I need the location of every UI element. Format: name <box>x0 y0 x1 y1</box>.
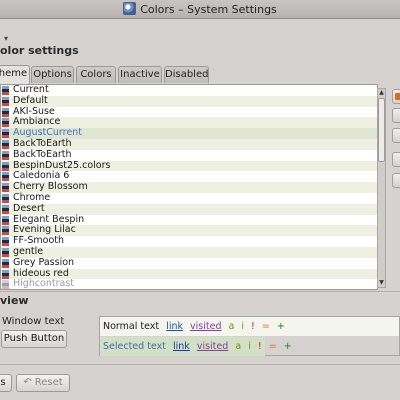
upload-scheme-button[interactable] <box>392 173 400 188</box>
selected-negative-text-sample: ! <box>257 341 262 352</box>
selected-positive-text-sample: + <box>283 341 292 352</box>
scheme-name: Default <box>13 94 48 106</box>
selected-link-sample[interactable]: link <box>173 341 190 352</box>
remove-scheme-button[interactable] <box>392 128 400 143</box>
list-item[interactable]: BackToEarth <box>1 148 377 161</box>
active-text-sample: a <box>228 321 235 332</box>
list-item[interactable]: Cherry Blossom <box>1 181 377 193</box>
selected-text-label: Selected text <box>103 341 166 352</box>
preview-heading: view <box>0 294 29 307</box>
list-item[interactable]: Current <box>1 85 377 96</box>
visited-link-sample[interactable]: visited <box>190 321 221 332</box>
scheme-preview-icon <box>2 204 9 214</box>
scheme-preview-icon <box>2 193 9 203</box>
scheme-preview-icon <box>2 96 9 106</box>
scheme-preview-icon <box>2 258 9 268</box>
reset-icon: ↶ <box>23 377 32 388</box>
scheme-preview-icon <box>2 139 9 149</box>
import-icon <box>395 93 400 100</box>
divider <box>0 364 400 365</box>
scheme-list-scrollbar[interactable]: ▲ ▼ <box>377 88 386 288</box>
scroll-up-arrow-icon[interactable]: ▲ <box>378 89 385 97</box>
scheme-preview-icon <box>2 129 9 139</box>
scheme-name: BackToEarth <box>13 148 72 160</box>
normal-text-preview: Normal text link visited a i ! = + <box>100 317 399 336</box>
scrollbar-thumb[interactable] <box>378 98 385 162</box>
positive-text-sample: + <box>276 321 285 332</box>
list-item[interactable]: Highcontrast <box>1 278 377 290</box>
save-scheme-button[interactable] <box>392 108 400 123</box>
normal-text-label: Normal text <box>103 321 160 332</box>
negative-text-sample: ! <box>251 321 255 332</box>
reset-button-label: Reset <box>34 377 63 388</box>
scheme-preview-icon <box>2 280 9 289</box>
scheme-name: Desert <box>13 202 45 214</box>
scheme-preview-icon <box>2 269 9 279</box>
divider <box>0 291 400 292</box>
scheme-preview-icon <box>2 226 9 236</box>
selected-active-text-sample: a <box>235 341 242 352</box>
page-title: olor settings <box>0 44 79 57</box>
scroll-down-arrow-icon[interactable]: ▼ <box>378 279 385 287</box>
tab-options[interactable]: Options <box>31 66 74 83</box>
scheme-list[interactable]: Current Default AKI-Suse Ambiance AugustCurr… <box>0 84 378 290</box>
scheme-preview-icon <box>2 161 9 171</box>
selected-neutral-text-sample: = <box>268 341 277 352</box>
button-bar: s ↶ Reset <box>0 366 400 400</box>
window-title: Colors – System Settings <box>0 2 400 16</box>
neutral-text-sample: = <box>261 321 270 332</box>
list-item[interactable]: Default <box>1 94 377 107</box>
selected-text-preview: Selected text link visited a i ! = + <box>100 337 292 356</box>
scheme-preview-icon <box>2 107 9 117</box>
inactive-text-sample: i <box>241 321 245 332</box>
selected-inactive-text-sample: i <box>248 341 251 352</box>
chevron-down-icon: ▾ <box>4 34 9 43</box>
import-scheme-button[interactable] <box>392 89 400 104</box>
color-preview: Normal text link visited a i ! = + Selec… <box>99 316 400 356</box>
list-item[interactable]: Grey Passion <box>1 256 377 269</box>
scheme-name: Grey Passion <box>13 256 75 268</box>
window-text-label: Window text <box>2 316 65 327</box>
title-bar: Colors – System Settings <box>0 0 400 19</box>
defaults-button[interactable]: s <box>0 374 12 392</box>
push-button[interactable]: Push Button <box>1 330 67 348</box>
colors-app-icon <box>123 2 137 15</box>
tab-inactive[interactable]: Inactive <box>118 66 162 83</box>
tab-disabled[interactable]: Disabled <box>164 66 209 83</box>
selected-visited-link-sample[interactable]: visited <box>197 341 228 352</box>
tab-colors[interactable]: Colors <box>76 66 116 83</box>
scheme-preview-icon <box>2 183 9 193</box>
scheme-preview-icon <box>2 86 9 95</box>
scheme-name: Highcontrast <box>13 278 75 290</box>
scheme-preview-icon <box>2 237 9 247</box>
reset-button[interactable]: ↶ Reset <box>16 374 70 392</box>
scheme-preview-icon <box>2 247 9 257</box>
scheme-preview-icon <box>2 215 9 225</box>
list-item[interactable]: FF-Smooth <box>1 235 377 247</box>
scheme-preview-icon <box>2 150 9 160</box>
list-item[interactable]: Desert <box>1 202 377 215</box>
tab-scheme[interactable]: heme <box>0 65 30 84</box>
scheme-preview-icon <box>2 172 9 182</box>
scheme-preview-icon <box>2 118 9 128</box>
list-item[interactable]: Chrome <box>1 192 377 204</box>
link-sample[interactable]: link <box>166 321 183 332</box>
get-new-schemes-button[interactable] <box>392 152 400 167</box>
